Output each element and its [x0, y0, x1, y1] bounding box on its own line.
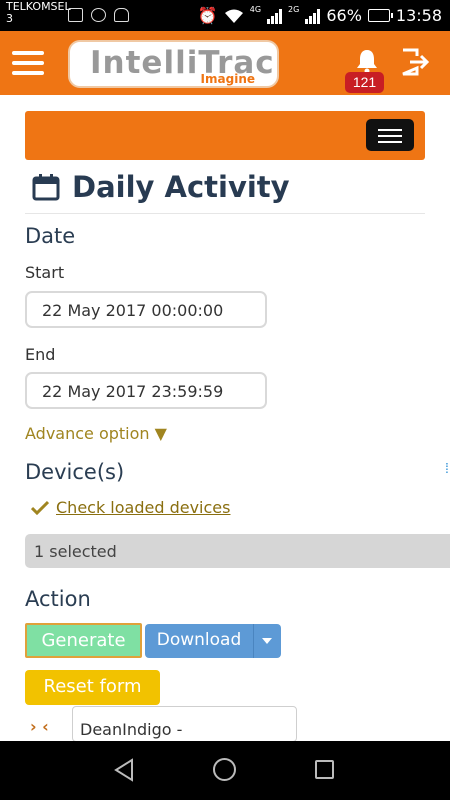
action-section-heading: Action	[25, 587, 91, 611]
menu-icon[interactable]	[12, 51, 44, 75]
device-item[interactable]: DeanIndigo - (1685000001)	[72, 706, 297, 758]
app-header: IntelliTrac Imagine 121	[0, 31, 450, 95]
network-4g-label: 4G	[249, 5, 262, 14]
date-section-heading: Date	[25, 224, 76, 248]
signal-icon-2	[305, 8, 321, 24]
home-icon[interactable]	[213, 758, 236, 781]
signal-icon-1	[267, 8, 283, 24]
title-divider	[25, 213, 425, 214]
gallery-icon	[68, 8, 83, 22]
checkmark-icon	[31, 500, 49, 515]
battery-icon	[367, 9, 393, 22]
status-right: ⏰ 4G 2G 66% 13:58	[197, 5, 442, 25]
recent-apps-icon[interactable]	[315, 760, 334, 779]
check-loaded-devices: Check loaded devices	[31, 498, 230, 517]
end-label: End	[25, 345, 56, 364]
alarm-icon: ⏰	[197, 6, 218, 25]
network-2g-label: 2G	[288, 5, 300, 14]
generate-button[interactable]: Generate	[25, 623, 142, 658]
notification-badge[interactable]: 121	[345, 72, 384, 93]
wifi-icon	[224, 9, 243, 23]
page-header: Daily Activity	[32, 170, 290, 204]
carrier-name: TELKOMSEL	[6, 0, 71, 13]
page-title: Daily Activity	[72, 170, 290, 204]
start-date-input[interactable]: 22 May 2017 00:00:00	[25, 291, 267, 328]
carrier-info: TELKOMSEL 3	[6, 1, 71, 25]
carrier-sub: 3	[6, 12, 13, 25]
logout-icon[interactable]	[400, 47, 430, 77]
navbar-toggle-button[interactable]	[366, 119, 414, 151]
back-icon[interactable]	[113, 758, 135, 782]
start-label: Start	[25, 263, 65, 282]
battery-percent: 66%	[326, 6, 362, 25]
page-navbar	[25, 111, 425, 160]
calendar-icon	[32, 174, 60, 201]
android-icon	[114, 8, 129, 22]
logo-sub-text: Imagine	[200, 72, 255, 86]
app-notification-icon	[91, 8, 106, 22]
download-dropdown-toggle[interactable]	[253, 624, 281, 658]
clock: 13:58	[395, 6, 442, 25]
nav-arrows[interactable]: › ‹	[30, 717, 49, 736]
system-nav-bar	[0, 741, 450, 800]
end-date-input[interactable]: 22 May 2017 23:59:59	[25, 372, 267, 409]
status-notification-icons	[68, 8, 129, 22]
intellitrac-logo[interactable]: IntelliTrac Imagine	[68, 40, 279, 88]
advance-option-toggle[interactable]: Advance option ▼	[25, 424, 167, 443]
bell-icon[interactable]	[356, 49, 378, 73]
reset-form-button[interactable]: Reset form	[25, 670, 160, 705]
device-select[interactable]: 1 selected	[25, 534, 450, 568]
download-button[interactable]: Download	[145, 624, 253, 658]
status-bar: TELKOMSEL 3 ⏰ 4G 2G 66% 13:58	[0, 0, 450, 31]
devices-section-heading: Device(s)	[25, 460, 125, 484]
side-indicator-icon: ⁞	[445, 460, 449, 476]
check-loaded-devices-link[interactable]: Check loaded devices	[56, 498, 230, 517]
